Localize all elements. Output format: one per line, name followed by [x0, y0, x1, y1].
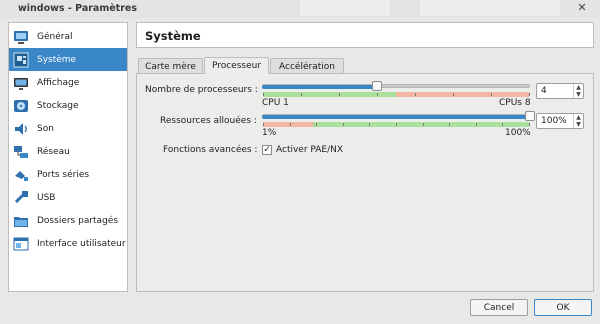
folder-icon — [13, 213, 29, 229]
slider-tick — [316, 123, 318, 126]
slider-tick — [342, 123, 344, 126]
cancel-button[interactable]: Cancel — [470, 299, 528, 316]
sidebar-item-label: Général — [37, 31, 73, 42]
background-window-ghost — [300, 0, 390, 16]
sidebar-item-label: Son — [37, 123, 54, 134]
slider-tick — [415, 93, 416, 96]
monitor-icon — [13, 29, 29, 45]
serial-port-icon — [13, 167, 29, 183]
cap-min-label: 1% — [262, 128, 277, 138]
disk-icon — [13, 98, 29, 114]
stepper-arrows-icon[interactable]: ▲ ▼ — [573, 114, 583, 128]
cpu-count-value: 4 — [541, 86, 547, 96]
cpu-slider-handle[interactable] — [372, 81, 383, 91]
execution-cap-value: 100% — [541, 116, 567, 126]
sidebar-item-label: Stockage — [37, 100, 79, 111]
cpu-count-label: Nombre de processeurs : — [145, 85, 258, 95]
slider-tick — [396, 123, 397, 126]
cap-zone-green — [313, 122, 529, 127]
advanced-features-label: Fonctions avancées : — [163, 145, 258, 155]
sidebar-item-sound[interactable]: Son — [9, 117, 127, 140]
slider-tick — [502, 123, 504, 126]
motherboard-icon — [13, 52, 29, 68]
sidebar-item-label: Ports séries — [37, 169, 90, 180]
title-bar: windows - Paramètres ✕ — [0, 0, 600, 18]
sidebar-item-label: Affichage — [37, 77, 80, 88]
tab-label: Accélération — [279, 61, 335, 72]
slider-tick — [453, 93, 454, 96]
sidebar-item-usb[interactable]: USB — [9, 186, 127, 209]
cap-slider-fill — [262, 115, 530, 119]
sidebar-item-label: Réseau — [37, 146, 70, 157]
settings-sidebar: Général Système Affichage Stockage Son R… — [8, 22, 128, 292]
checkmark-icon: ✓ — [263, 145, 271, 155]
stepper-arrows-icon[interactable]: ▲ ▼ — [573, 84, 583, 98]
ui-window-icon — [13, 236, 29, 252]
cap-max-label: 100% — [505, 128, 531, 138]
cpu-min-label: CPU 1 — [262, 98, 289, 108]
page-header: Système — [136, 22, 594, 48]
slider-tick — [377, 93, 378, 96]
tab-label: Carte mère — [145, 61, 196, 72]
ok-button-label: OK — [556, 302, 570, 313]
sidebar-item-serial-ports[interactable]: Ports séries — [9, 163, 127, 186]
slider-tick — [263, 123, 264, 126]
slider-tick — [491, 93, 492, 96]
slider-tick — [289, 123, 291, 126]
background-window-ghost — [420, 0, 560, 16]
close-icon[interactable]: ✕ — [576, 2, 588, 14]
slider-tick — [339, 93, 340, 96]
tab-processor[interactable]: Processeur — [204, 57, 269, 74]
slider-tick — [449, 123, 451, 126]
sidebar-item-label: USB — [37, 192, 56, 203]
execution-cap-stepper[interactable]: 100% ▲ ▼ — [536, 113, 584, 129]
slider-tick — [369, 123, 371, 126]
tab-motherboard[interactable]: Carte mère — [138, 58, 203, 74]
window-title: windows - Paramètres — [18, 3, 137, 14]
pae-nx-label[interactable]: Activer PAE/NX — [276, 145, 343, 155]
slider-tick — [301, 93, 302, 96]
display-icon — [13, 75, 29, 91]
slider-tick — [529, 93, 530, 96]
sidebar-item-display[interactable]: Affichage — [9, 71, 127, 94]
cpu-slider-fill — [262, 85, 378, 89]
page-title: Système — [145, 29, 201, 43]
sidebar-item-shared-folders[interactable]: Dossiers partagés — [9, 209, 127, 232]
sidebar-item-label: Système — [37, 54, 77, 65]
cpu-count-stepper[interactable]: 4 ▲ ▼ — [536, 83, 584, 99]
cancel-button-label: Cancel — [483, 302, 515, 313]
slider-tick — [475, 123, 477, 126]
sidebar-item-system[interactable]: Système — [9, 48, 127, 71]
sidebar-item-general[interactable]: Général — [9, 25, 127, 48]
cpu-max-label: CPUs 8 — [499, 98, 531, 108]
sidebar-item-label: Dossiers partagés — [37, 215, 119, 226]
cap-zone-red — [263, 122, 313, 127]
slider-tick — [422, 123, 424, 126]
tab-acceleration[interactable]: Accélération — [270, 58, 344, 74]
ok-button[interactable]: OK — [534, 299, 592, 316]
network-icon — [13, 144, 29, 160]
execution-cap-label: Ressources allouées : — [160, 116, 257, 126]
cap-slider-handle[interactable] — [525, 111, 535, 121]
sidebar-item-network[interactable]: Réseau — [9, 140, 127, 163]
speaker-icon — [13, 121, 29, 137]
slider-tick — [263, 93, 264, 96]
sidebar-item-label: Interface utilisateur — [37, 238, 126, 249]
slider-tick — [529, 123, 530, 126]
pae-nx-checkbox[interactable]: ✓ — [262, 145, 272, 155]
sidebar-item-storage[interactable]: Stockage — [9, 94, 127, 117]
sidebar-item-user-interface[interactable]: Interface utilisateur — [9, 232, 127, 255]
tab-label: Processeur — [211, 61, 262, 71]
usb-icon — [13, 190, 29, 206]
